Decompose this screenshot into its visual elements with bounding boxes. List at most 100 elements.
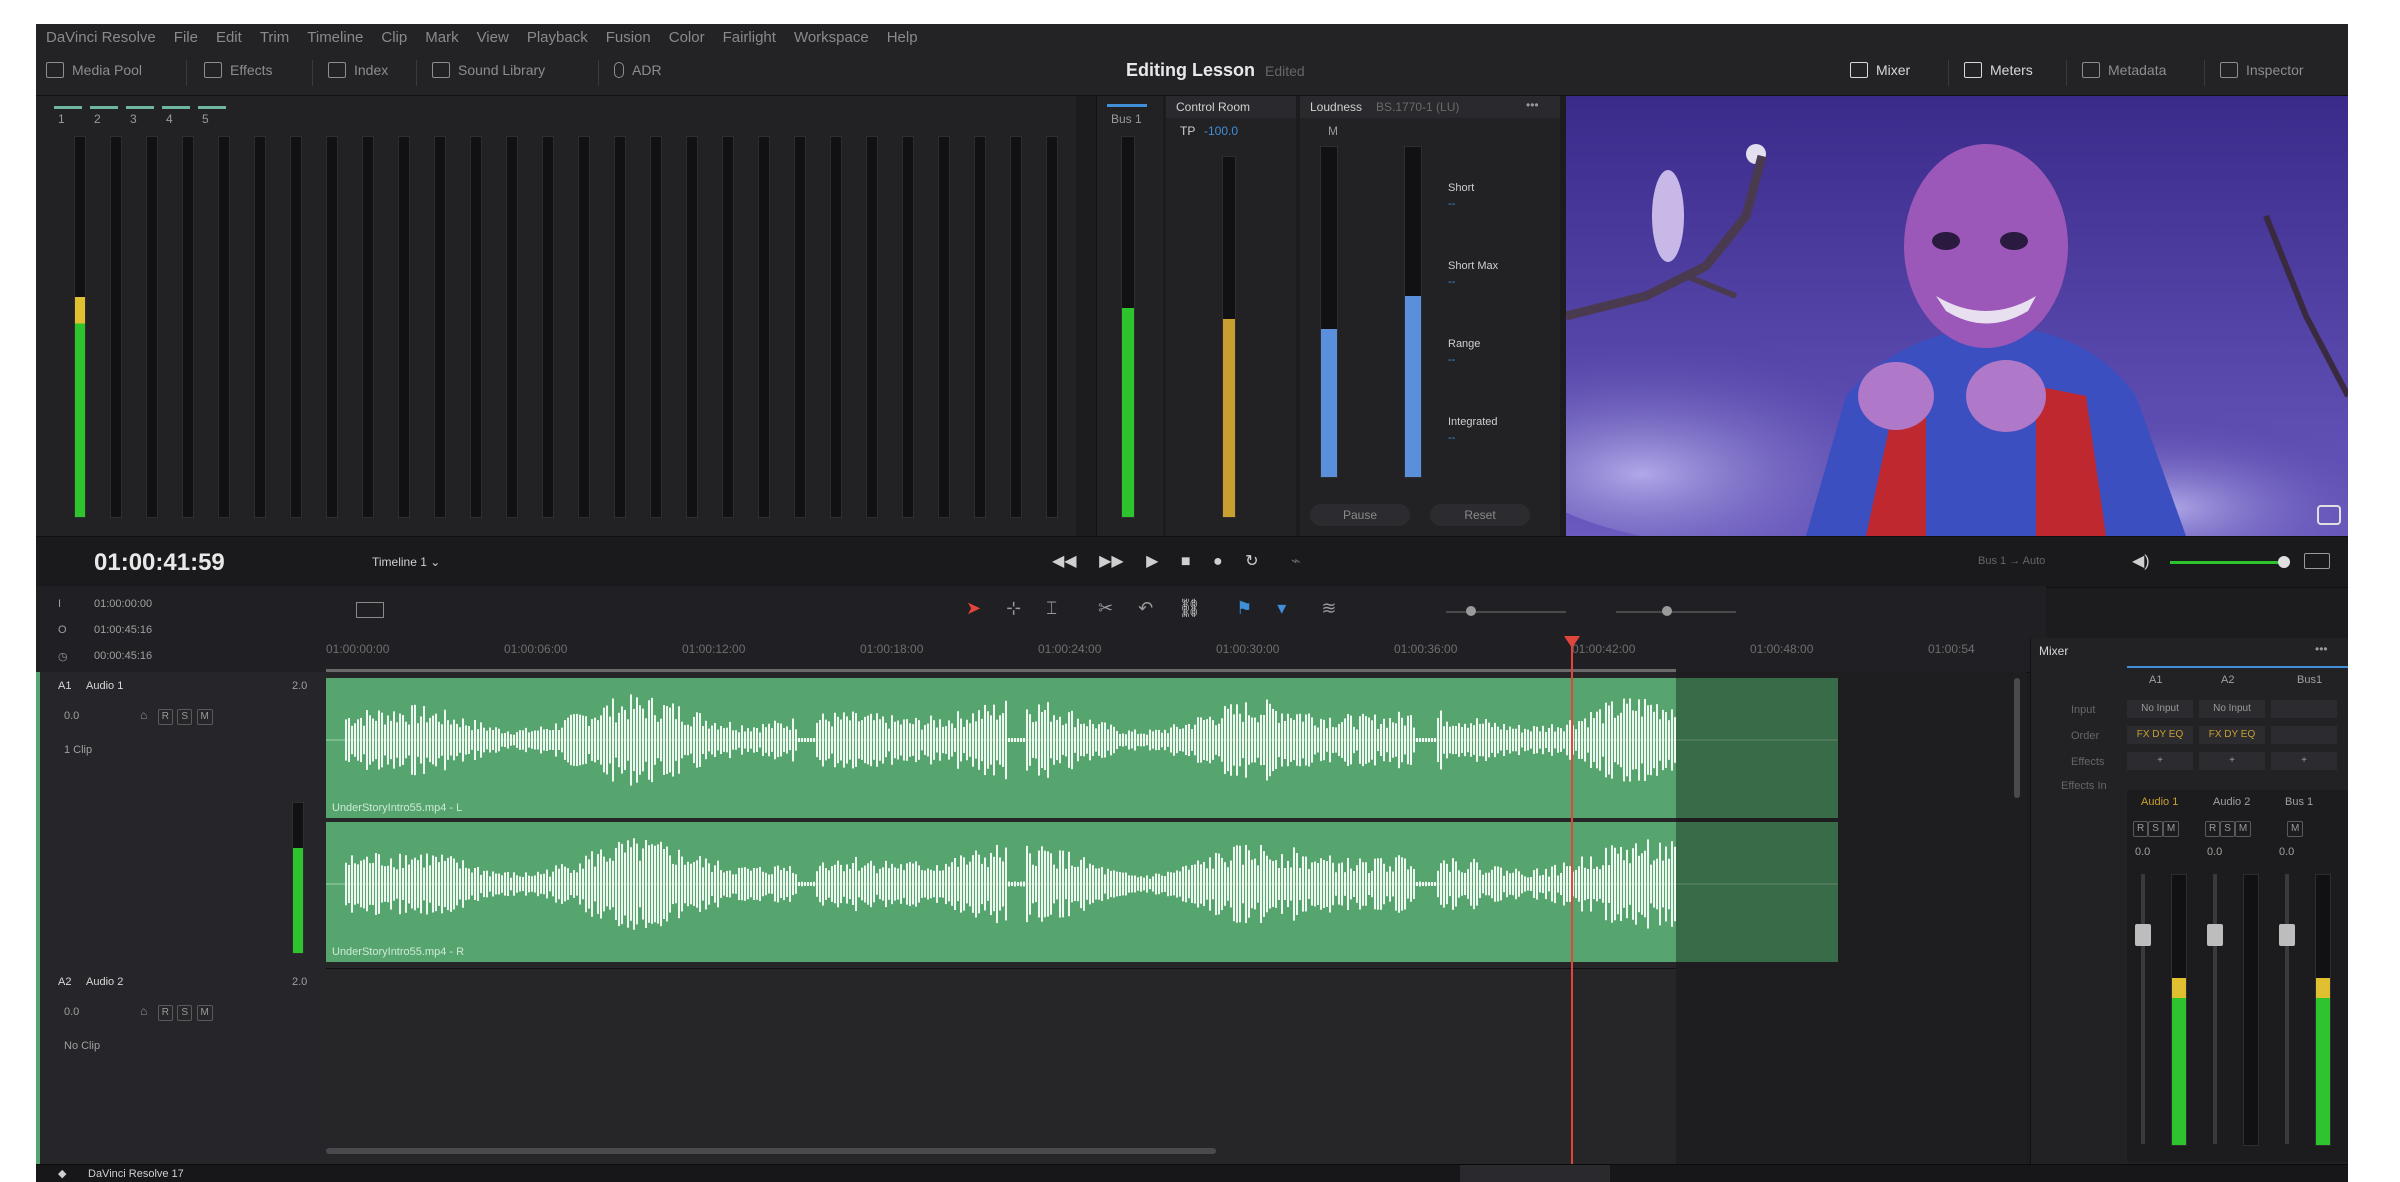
mute-button[interactable]: M xyxy=(2287,821,2304,837)
ripple-icon[interactable]: ⌶ xyxy=(1046,598,1057,618)
order-bus[interactable] xyxy=(2271,726,2337,744)
meters-button[interactable]: Meters xyxy=(1964,62,2033,78)
input-select-bus[interactable] xyxy=(2271,700,2337,718)
pause-button[interactable]: Pause xyxy=(1310,504,1410,526)
timecode-display[interactable]: 01:00:41:59 xyxy=(94,549,225,577)
crossfade-icon[interactable]: ↶ xyxy=(1138,598,1153,618)
solo-button[interactable]: S xyxy=(177,709,193,725)
record-arm-button[interactable]: R xyxy=(157,1005,173,1021)
record-icon[interactable]: ● xyxy=(1213,553,1223,570)
duration-timecode[interactable]: 00:00:45:16 xyxy=(94,650,152,662)
menu-fairlight[interactable]: Fairlight xyxy=(723,29,776,46)
menu-trim[interactable]: Trim xyxy=(260,29,289,46)
solo-button[interactable]: S xyxy=(2220,821,2235,837)
razor-icon[interactable]: ✂ xyxy=(1098,598,1113,618)
inspector-button[interactable]: Inspector xyxy=(2220,62,2304,78)
track-header-a1[interactable]: A1 Audio 1 2.0 0.0 ⌂ R S M 1 Clip xyxy=(36,672,326,969)
fast-forward-icon[interactable]: ▶▶ xyxy=(1099,553,1124,570)
vertical-scrollbar[interactable] xyxy=(2014,678,2020,798)
selection-tool-icon[interactable]: ➤ xyxy=(966,598,981,618)
sound-library-button[interactable]: Sound Library xyxy=(432,62,545,78)
index-button[interactable]: Index xyxy=(328,62,388,78)
order-a2[interactable]: FX DY EQ xyxy=(2199,726,2265,744)
effects-add-a1[interactable]: + xyxy=(2127,752,2193,770)
link-icon[interactable]: ⛓ xyxy=(1178,598,1201,618)
menu-workspace[interactable]: Workspace xyxy=(794,29,869,46)
zoom-slider[interactable] xyxy=(1446,606,1566,616)
track-header-a2[interactable]: A2 Audio 2 2.0 0.0 ⌂ R S M No Clip xyxy=(36,968,326,1165)
solo-button[interactable]: S xyxy=(2148,821,2163,837)
fader-knob[interactable] xyxy=(2135,924,2151,946)
record-arm-button[interactable]: R xyxy=(157,709,173,725)
timeline-selector[interactable]: Timeline 1 ⌄ xyxy=(372,555,440,569)
menu-color[interactable]: Color xyxy=(669,29,705,46)
range-tool-icon[interactable]: ⊹ xyxy=(1006,598,1021,618)
flag-icon[interactable]: ⚑ xyxy=(1236,598,1252,618)
audio-clip-right[interactable]: UnderStoryIntro55.mp4 - R xyxy=(326,822,1838,962)
loudness-standard[interactable]: BS.1770-1 (LU) xyxy=(1376,100,1459,114)
loudness-more-icon[interactable]: ••• xyxy=(1526,98,1539,112)
order-a1[interactable]: FX DY EQ xyxy=(2127,726,2193,744)
audio-clip-left[interactable]: UnderStoryIntro55.mp4 - L xyxy=(326,678,1838,818)
menu-mark[interactable]: Mark xyxy=(425,29,458,46)
viewer[interactable] xyxy=(1486,96,2348,556)
mute-button[interactable]: M xyxy=(2162,821,2180,837)
out-timecode[interactable]: 01:00:45:16 xyxy=(94,624,152,636)
lock-icon[interactable]: ⌂ xyxy=(140,708,147,722)
height-knob[interactable] xyxy=(1662,606,1672,616)
mixer-button[interactable]: Mixer xyxy=(1850,62,1910,78)
menu-file[interactable]: File xyxy=(174,29,198,46)
menu-fusion[interactable]: Fusion xyxy=(606,29,651,46)
track-name[interactable]: Audio 1 xyxy=(86,680,123,692)
speaker-icon[interactable]: ◀) xyxy=(2132,551,2150,571)
playhead-handle[interactable] xyxy=(1564,636,1580,648)
volume-slider[interactable] xyxy=(2170,556,2290,568)
zoom-knob[interactable] xyxy=(1466,606,1476,616)
input-select-a2[interactable]: No Input xyxy=(2199,700,2265,718)
in-timecode[interactable]: 01:00:00:00 xyxy=(94,598,152,610)
timeline-view-icon[interactable] xyxy=(356,602,384,618)
track-area[interactable]: UnderStoryIntro55.mp4 - L UnderStoryIntr… xyxy=(326,672,2026,1164)
menu-timeline[interactable]: Timeline xyxy=(307,29,363,46)
automation-icon[interactable]: ⌁ xyxy=(1291,553,1301,570)
reset-button[interactable]: Reset xyxy=(1430,504,1530,526)
effects-add-bus[interactable]: + xyxy=(2271,752,2337,770)
track-volume[interactable]: 0.0 xyxy=(64,1006,79,1018)
media-pool-button[interactable]: Media Pool xyxy=(46,62,142,78)
marker-icon[interactable]: ▾ xyxy=(1277,598,1286,618)
solo-button[interactable]: S xyxy=(177,1005,193,1021)
volume-knob[interactable] xyxy=(2278,556,2290,568)
dim-icon[interactable] xyxy=(2304,553,2330,569)
loop-icon[interactable]: ↻ xyxy=(1245,553,1258,570)
effects-button[interactable]: Effects xyxy=(204,62,273,78)
output-route[interactable]: Bus 1 → Auto xyxy=(1978,555,2045,567)
play-icon[interactable]: ▶ xyxy=(1146,553,1158,570)
record-arm-button[interactable]: R xyxy=(2133,821,2149,837)
track-name[interactable]: Audio 2 xyxy=(86,976,123,988)
horizontal-scrollbar[interactable] xyxy=(326,1148,1216,1154)
menu-edit[interactable]: Edit xyxy=(216,29,242,46)
fader-track[interactable] xyxy=(2213,874,2217,1144)
record-arm-button[interactable]: R xyxy=(2205,821,2221,837)
playhead[interactable] xyxy=(1571,636,1573,1164)
mixer-more-icon[interactable]: ••• xyxy=(2315,642,2328,656)
track-volume[interactable]: 0.0 xyxy=(64,710,79,722)
menu-clip[interactable]: Clip xyxy=(381,29,407,46)
menu-davinci[interactable]: DaVinci Resolve xyxy=(46,29,156,46)
menu-playback[interactable]: Playback xyxy=(527,29,588,46)
mute-button[interactable]: M xyxy=(196,1005,213,1021)
lock-icon[interactable]: ⌂ xyxy=(140,1004,147,1018)
fader-track[interactable] xyxy=(2285,874,2289,1144)
mute-button[interactable]: M xyxy=(196,709,213,725)
adr-button[interactable]: ADR xyxy=(614,62,662,78)
effects-add-a2[interactable]: + xyxy=(2199,752,2265,770)
waveform-zoom-icon[interactable]: ≋ xyxy=(1321,598,1336,618)
timeline-ruler[interactable]: 01:00:00:00 01:00:06:00 01:00:12:00 01:0… xyxy=(326,636,2046,673)
fairlight-page-tab[interactable] xyxy=(1460,1165,1610,1182)
metadata-button[interactable]: Metadata xyxy=(2082,62,2166,78)
fader-knob[interactable] xyxy=(2207,924,2223,946)
rewind-icon[interactable]: ◀◀ xyxy=(1052,553,1077,570)
fader-knob[interactable] xyxy=(2279,924,2295,946)
input-select-a1[interactable]: No Input xyxy=(2127,700,2193,718)
fader-track[interactable] xyxy=(2141,874,2145,1144)
